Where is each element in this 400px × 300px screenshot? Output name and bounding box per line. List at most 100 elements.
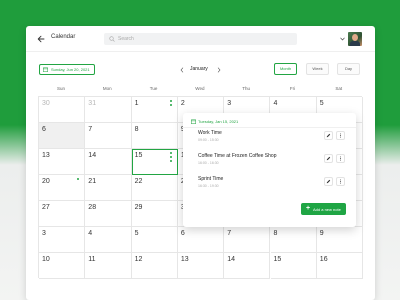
month-label: January [190,66,208,72]
popup-date: Tuesday, Jan 15, 2021 [198,119,239,124]
day-number: 10 [42,256,50,263]
view-month-button[interactable]: Month [274,63,297,75]
event-name: Sprint Time [198,176,224,182]
view-week-button[interactable]: Week [306,63,329,75]
current-date-label: Sunday, Jun 20, 2021 [51,67,90,72]
view-day-button[interactable]: Day [337,63,360,75]
day-cell[interactable]: 15 [131,149,178,175]
day-cell[interactable]: 8 [131,123,178,149]
avatar[interactable] [348,32,362,46]
day-cell[interactable]: 28 [85,201,132,227]
avatar-face [352,34,358,41]
pencil-icon [326,133,331,138]
day-number: 20 [42,178,50,185]
day-cell[interactable]: 12 [131,253,178,279]
day-number: 14 [88,152,97,159]
day-cell[interactable]: 29 [131,201,178,227]
weekday-label: Tue [149,86,158,91]
search-input[interactable]: Search [104,33,297,45]
day-number: 8 [273,230,278,237]
event-dot [169,160,172,162]
more-button[interactable] [336,154,345,163]
day-cell[interactable]: 10 [39,253,86,279]
day-cell[interactable]: 7 [224,227,271,253]
day-number: 5 [134,230,139,237]
day-cell[interactable]: 7 [85,123,132,149]
day-number: 2 [180,100,185,107]
day-cell[interactable]: 15 [270,253,317,279]
search-placeholder: Search [118,36,134,42]
day-number: 31 [88,100,97,107]
event-item[interactable]: Sprint Time 16:30 - 19:30 [198,176,348,192]
more-vertical-icon [340,179,341,184]
more-button[interactable] [336,177,345,186]
event-item[interactable]: Coffee Time at Frozen Coffee Shop 16:00 -… [198,153,348,169]
pencil-icon [326,179,331,184]
back-arrow-icon[interactable] [37,35,45,43]
event-time: 16:00 - 16:30 [198,161,219,165]
day-number: 22 [134,178,143,185]
avatar-shirt [350,41,360,46]
pencil-icon [326,156,331,161]
weekday-label: Sun [56,86,65,91]
weekday-label: Wed [195,86,205,91]
event-item[interactable]: Work Time 09:00 - 15:30 [198,130,348,146]
divider [183,127,356,128]
day-number: 4 [88,230,93,237]
weekday-label: Fri [289,86,296,91]
day-cell[interactable]: 14 [224,253,271,279]
day-cell[interactable]: 1 [131,97,178,123]
more-vertical-icon [340,156,341,161]
more-button[interactable] [336,131,345,140]
day-number: 28 [88,204,97,211]
add-note-label: Add a new note [313,207,341,212]
edit-button[interactable] [324,131,333,140]
event-dot [77,178,79,180]
day-number: 8 [134,126,139,133]
search-icon [109,36,115,42]
day-cell[interactable]: 4 [85,227,132,253]
edit-button[interactable] [324,177,333,186]
event-time: 16:30 - 19:30 [198,184,219,188]
day-cell[interactable]: 27 [39,201,86,227]
day-events-popup: Tuesday, Jan 15, 2021 Work Time 09:00 - 1… [183,113,356,227]
day-cell[interactable]: 21 [85,175,132,201]
more-vertical-icon [340,133,341,138]
day-cell[interactable]: 6 [177,227,225,253]
event-dot [169,100,172,102]
day-number: 7 [227,230,232,237]
day-cell[interactable]: 22 [131,175,178,201]
day-cell[interactable]: 9 [316,227,364,253]
chevron-down-icon[interactable] [340,37,345,41]
event-time: 09:00 - 15:30 [198,138,219,142]
day-cell[interactable]: 13 [177,253,225,279]
day-cell[interactable]: 14 [85,149,132,175]
day-number: 13 [42,152,50,159]
day-number: 27 [42,204,50,211]
day-cell[interactable]: 3 [39,227,86,253]
day-cell[interactable]: 16 [316,253,364,279]
day-number: 4 [273,100,278,107]
day-cell[interactable]: 8 [270,227,317,253]
chevron-right-icon[interactable] [217,67,221,73]
add-note-button[interactable]: + Add a new note [301,203,346,215]
day-number: 11 [88,256,96,263]
day-cell[interactable]: 11 [85,253,132,279]
day-number: 12 [134,256,143,263]
chevron-left-icon[interactable] [180,67,184,73]
day-cell[interactable]: 30 [39,97,86,123]
day-cell[interactable]: 13 [39,149,86,175]
day-cell[interactable]: 6 [39,123,86,149]
day-cell[interactable]: 20 [39,175,86,201]
edit-button[interactable] [324,154,333,163]
day-number: 6 [42,126,46,133]
plus-icon: + [306,205,311,212]
event-name: Work Time [198,130,222,136]
event-name: Coffee Time at Frozen Coffee Shop [198,153,277,159]
current-date-button[interactable]: Sunday, Jun 20, 2021 [39,64,95,75]
day-cell[interactable]: 5 [131,227,178,253]
day-number: 30 [42,100,50,107]
day-cell[interactable]: 31 [85,97,132,123]
top-bar: Calendar Search [26,26,375,52]
day-number: 16 [319,256,328,263]
